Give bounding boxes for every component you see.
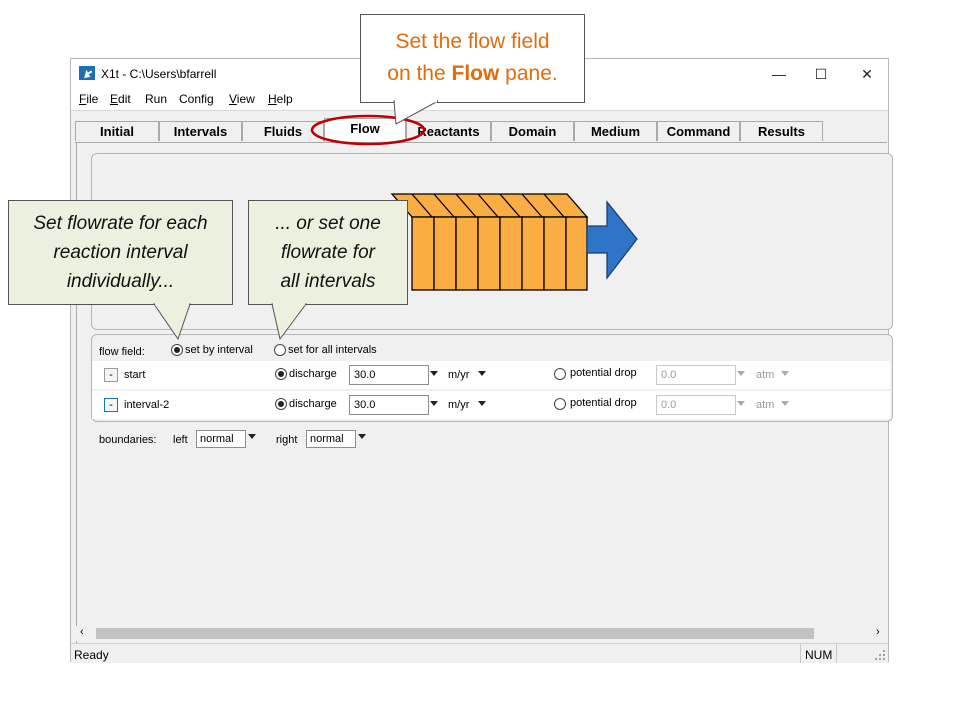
interval-row: - start discharge 30.0 m/yr potential dr…	[92, 361, 890, 389]
tab-domain[interactable]: Domain	[491, 121, 574, 141]
scroll-left-icon[interactable]: ‹	[80, 626, 84, 638]
radio-set-by-interval[interactable]	[171, 344, 183, 356]
radio-discharge[interactable]	[275, 398, 287, 410]
close-button[interactable]: ✕	[847, 63, 887, 85]
right-boundary-label: right	[276, 434, 298, 446]
num-lock-indicator: NUM	[805, 648, 833, 662]
radio-discharge[interactable]	[275, 368, 287, 380]
resize-grip-icon[interactable]	[875, 649, 885, 660]
horizontal-scrollbar[interactable]: ‹ ›	[76, 626, 887, 641]
discharge-unit[interactable]: m/yr	[448, 399, 469, 411]
app-icon	[79, 66, 95, 80]
callout-right-pointer	[271, 303, 307, 341]
menu-config[interactable]: Config	[179, 92, 214, 106]
callout-left-line: reaction interval	[53, 242, 188, 263]
callout-right: ... or set one flowrate for all interval…	[248, 200, 408, 305]
scroll-right-icon[interactable]: ›	[876, 626, 880, 638]
menu-file[interactable]: File	[79, 92, 98, 106]
status-bar: Ready NUM	[71, 643, 888, 663]
radio-potential-drop[interactable]	[554, 368, 566, 380]
status-divider	[836, 644, 837, 663]
tab-medium[interactable]: Medium	[574, 121, 657, 141]
potential-dropdown-icon[interactable]	[737, 371, 745, 376]
menu-help[interactable]: Help	[268, 92, 293, 106]
potential-unit-dropdown-icon[interactable]	[781, 371, 789, 376]
app-window: X1t - C:\Users\bfarrell — ☐ ✕ File Edit …	[70, 58, 893, 663]
flow-field-label: flow field:	[99, 346, 145, 358]
radio-set-for-all[interactable]	[274, 344, 286, 356]
tab-results[interactable]: Results	[740, 121, 823, 141]
flow-field-panel: flow field: set by interval set for all …	[91, 334, 893, 422]
interval-name: interval-2	[124, 399, 170, 411]
unit-dropdown-icon[interactable]	[478, 401, 486, 406]
callout-top: Set the flow field on the Flow pane.	[360, 14, 585, 103]
interval-row: - interval-2 discharge 30.0 m/yr potenti…	[92, 391, 890, 419]
potential-drop-input[interactable]: 0.0	[656, 395, 736, 415]
tab-initial[interactable]: Initial	[75, 121, 159, 141]
potential-drop-label: potential drop	[570, 367, 637, 379]
callout-top-pointer	[393, 100, 439, 125]
minimize-button[interactable]: —	[759, 63, 799, 85]
menu-view[interactable]: View	[229, 92, 255, 106]
callout-left: Set flowrate for each reaction interval …	[8, 200, 233, 305]
discharge-input[interactable]: 30.0	[349, 395, 429, 415]
callout-right-line: flowrate for	[281, 242, 375, 263]
radio-set-by-interval-label[interactable]: set by interval	[185, 344, 253, 356]
discharge-unit[interactable]: m/yr	[448, 369, 469, 381]
diagram-block-front	[411, 216, 588, 291]
window-title: X1t - C:\Users\bfarrell	[101, 67, 217, 81]
left-boundary-dropdown-icon[interactable]	[248, 434, 256, 439]
tab-intervals[interactable]: Intervals	[159, 121, 242, 141]
discharge-dropdown-icon[interactable]	[430, 371, 438, 376]
radio-potential-drop[interactable]	[554, 398, 566, 410]
callout-right-line: ... or set one	[275, 213, 381, 234]
collapse-button-interval-2[interactable]: -	[104, 398, 118, 412]
status-text: Ready	[74, 648, 109, 662]
potential-drop-label: potential drop	[570, 397, 637, 409]
potential-drop-input[interactable]: 0.0	[656, 365, 736, 385]
tab-command[interactable]: Command	[657, 121, 740, 141]
radio-set-for-all-label[interactable]: set for all intervals	[288, 344, 377, 356]
potential-unit[interactable]: atm	[756, 399, 774, 411]
callout-left-line: Set flowrate for each	[33, 213, 208, 234]
left-boundary-select[interactable]: normal	[196, 430, 246, 448]
callout-right-line: all intervals	[280, 271, 376, 292]
callout-left-pointer	[153, 303, 191, 341]
flow-arrow-icon	[586, 200, 638, 280]
collapse-button-start[interactable]: -	[104, 368, 118, 382]
potential-unit[interactable]: atm	[756, 369, 774, 381]
right-boundary-dropdown-icon[interactable]	[358, 434, 366, 439]
status-divider	[800, 644, 801, 663]
scroll-thumb[interactable]	[96, 628, 814, 639]
discharge-input[interactable]: 30.0	[349, 365, 429, 385]
left-boundary-label: left	[173, 434, 188, 446]
menu-run[interactable]: Run	[145, 92, 167, 106]
menu-edit[interactable]: Edit	[110, 92, 131, 106]
interval-name: start	[124, 369, 146, 381]
boundaries-label: boundaries:	[99, 434, 157, 446]
discharge-label: discharge	[289, 368, 337, 380]
right-boundary-select[interactable]: normal	[306, 430, 356, 448]
potential-unit-dropdown-icon[interactable]	[781, 401, 789, 406]
maximize-button[interactable]: ☐	[801, 63, 841, 85]
callout-top-line1: Set the flow field	[395, 30, 550, 53]
callout-top-line2: on the Flow pane.	[387, 62, 558, 85]
unit-dropdown-icon[interactable]	[478, 371, 486, 376]
discharge-label: discharge	[289, 398, 337, 410]
callout-left-line: individually...	[66, 271, 175, 292]
discharge-dropdown-icon[interactable]	[430, 401, 438, 406]
potential-dropdown-icon[interactable]	[737, 401, 745, 406]
